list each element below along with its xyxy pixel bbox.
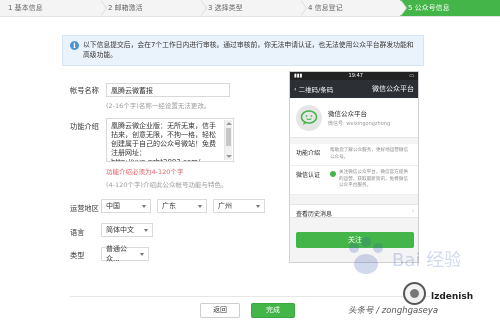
language-value: 简体中文 <box>106 226 134 234</box>
province-select[interactable]: 广东 <box>157 199 207 213</box>
preview-intro-row: 功能介绍 帮助您了解公众服务，更好地运营微信公众号。 <box>290 144 418 166</box>
battery-icon: ▭ <box>409 73 414 79</box>
signal-icon: ▮▮▮ <box>294 73 303 79</box>
wechat-avatar-icon <box>296 104 322 131</box>
type-value: 普通公众... <box>106 245 127 263</box>
country-select[interactable]: 中国 <box>101 199 151 213</box>
footer-divider <box>70 296 430 297</box>
history-label: 查看历史消息 <box>296 211 333 218</box>
author-watermark: lzdenish <box>431 292 474 302</box>
done-button[interactable]: 完成 <box>251 303 295 318</box>
chevron-down-icon <box>144 228 148 232</box>
province-value: 广东 <box>162 202 176 210</box>
account-name-hint: (2-16个字)名称一经设置无法更改。 <box>106 102 211 110</box>
step-basic-info: 1 基本信息 <box>0 0 107 16</box>
step-label: 5 公众号信息 <box>408 4 450 12</box>
city-value: 广州 <box>218 202 232 210</box>
status-time: 19:47 <box>348 73 363 79</box>
chevron-right-icon: › <box>411 208 414 215</box>
language-select[interactable]: 简体中文 <box>101 223 153 237</box>
profile-id: 微信号: weixingongzhong <box>328 121 391 127</box>
preview-intro-text: 帮助您了解公众服务，更好地运营微信公众号。 <box>330 148 409 160</box>
back-arrow-icon: ‹ <box>294 85 297 93</box>
intro-scrollbar[interactable] <box>224 120 232 160</box>
phone-status-bar: ▮▮▮ 19:47 ▭ <box>290 72 418 80</box>
step-label: 3 选择类型 <box>208 4 243 12</box>
preview-verify-label: 微信认证 <box>296 172 321 179</box>
scroll-thumb[interactable] <box>226 128 231 146</box>
review-notice: i 以下信息提交后，会在7个工作日内进行审核。通过审核前，你无法申请认证，也无法… <box>62 35 424 66</box>
phone-nav-bar: ‹ 二维码/条码 微信公众平台 <box>290 80 418 98</box>
intro-error: 功能介绍必须为4-120个字 <box>106 168 184 176</box>
step-label: 2 邮箱激活 <box>108 4 143 12</box>
history-messages-row: 查看历史消息 › <box>290 204 418 218</box>
chevron-down-icon <box>140 252 144 256</box>
country-value: 中国 <box>106 202 120 210</box>
type-label: 类型 <box>70 251 85 260</box>
chevron-down-icon <box>198 204 202 208</box>
notice-text: 以下信息提交后，会在7个工作日内进行审核。通过审核前，你无法申请认证，也无法使用… <box>83 41 414 59</box>
preview-verify-text: 关注微信公众平台，微信官方提供的运营，获取最新资讯，免费微信公众平台服务。 <box>339 170 408 188</box>
scroll-up-icon[interactable] <box>226 122 232 125</box>
step-email-activation: 2 邮箱激活 <box>100 0 207 16</box>
profile-name: 微信公众平台 <box>328 110 367 118</box>
preview-intro-label: 功能介绍 <box>296 150 321 157</box>
verified-icon <box>330 171 336 177</box>
language-label: 语言 <box>70 228 85 237</box>
step-label: 4 信息登记 <box>308 4 343 12</box>
back-button[interactable]: 返回 <box>200 303 240 318</box>
author-logo-icon <box>403 282 426 305</box>
nav-back-label: 二维码/条码 <box>298 86 334 94</box>
step-label: 1 基本信息 <box>8 4 43 12</box>
chevron-down-icon <box>142 204 146 208</box>
intro-hint: (4-120个字)介绍此公众帐号功能与特色。 <box>106 181 228 189</box>
step-account-info: 5 公众号信息 <box>400 0 500 16</box>
region-label: 运营地区 <box>70 204 99 213</box>
nav-title: 微信公众平台 <box>372 85 414 93</box>
account-name-input[interactable]: 凰腾云微蓄报 <box>106 83 230 97</box>
scroll-down-icon[interactable] <box>226 155 232 158</box>
baidu-watermark-text: Bai 经验 <box>392 250 460 271</box>
baidu-watermark-logo: Bai 经验 <box>349 237 460 274</box>
step-info-registration: 4 信息登记 <box>300 0 407 16</box>
type-select[interactable]: 普通公众... <box>101 245 149 263</box>
info-icon: i <box>70 41 79 50</box>
city-select[interactable]: 广州 <box>213 199 265 213</box>
intro-label: 功能介绍 <box>70 122 99 131</box>
step-choose-type: 3 选择类型 <box>200 0 307 16</box>
step-progress-bar: 1 基本信息 2 邮箱激活 3 选择类型 4 信息登记 5 公众号信息 <box>0 0 500 17</box>
profile-card: 微信公众平台 微信号: weixingongzhong <box>290 98 418 138</box>
intro-text: 凰腾云微企业版：无所无束，信手拈来，创意无限，不拘一格，轻松创建属于自己的公众号… <box>111 122 216 162</box>
chevron-down-icon <box>256 204 260 208</box>
preview-verify-row: 微信认证 关注微信公众平台，微信官方提供的运营，获取最新资讯，免费微信公众平台服… <box>290 166 418 195</box>
intro-textarea[interactable]: 凰腾云微企业版：无所无束，信手拈来，创意无限，不拘一格，轻松创建属于自己的公众号… <box>106 118 234 162</box>
account-name-label: 帐号名称 <box>70 86 99 95</box>
source-watermark: 头条号 / zonghgaseya <box>348 306 439 316</box>
